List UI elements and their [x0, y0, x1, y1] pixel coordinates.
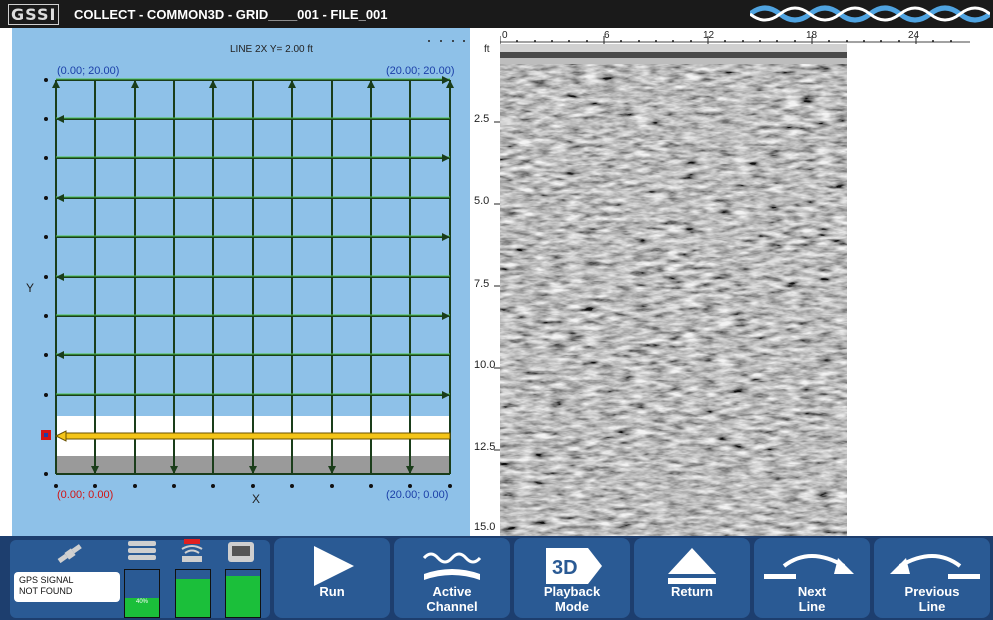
previous-line-button[interactable]: Previous Line [874, 538, 990, 618]
storage-percent: 40% [135, 599, 148, 605]
coord-bottom-right: (20.00; 0.00) [386, 489, 449, 501]
svg-text:3D: 3D [552, 557, 578, 579]
playback-mode-label: Playback Mode [514, 584, 630, 614]
active-channel-label-2: Channel [426, 599, 478, 614]
next-label-1: Next [797, 584, 827, 599]
window-title: COLLECT - COMMON3D - GRID____001 - FILE_… [74, 7, 388, 22]
battery-icon [228, 542, 254, 562]
storage-gauge: 40% [124, 569, 160, 618]
active-channel-label-1: Active [432, 584, 472, 599]
depth-tick-2-5: 2.5 [474, 113, 490, 125]
previous-label-2: Line [918, 599, 946, 614]
radargram-image [500, 44, 847, 536]
next-label-2: Line [798, 599, 826, 614]
storage-icon [128, 541, 156, 560]
depth-tick-7-5: 7.5 [474, 278, 490, 290]
playback-3d-icon: 3D [546, 548, 602, 584]
y-axis-label: Y [26, 281, 35, 295]
return-button[interactable]: Return [634, 538, 750, 618]
return-label-text: Return [671, 584, 713, 599]
grid-lines [55, 79, 451, 475]
return-label: Return [634, 584, 750, 614]
distance-axis [500, 36, 970, 44]
wave-icon [422, 552, 482, 580]
y-axis-dots [44, 78, 48, 476]
gps-status-line1: GPS SIGNAL [19, 575, 74, 585]
wave-logo-icon [750, 5, 990, 23]
coord-top-left: (0.00; 20.00) [57, 65, 120, 77]
x-tick-0: 0 [502, 30, 508, 41]
next-line-label: Next Line [754, 584, 870, 614]
x-axis-label: X [252, 492, 261, 506]
eject-icon [668, 548, 716, 584]
next-arrow-icon [764, 554, 854, 579]
playback-label-2: Mode [555, 599, 589, 614]
signal-icon [181, 539, 203, 562]
play-icon [314, 546, 354, 586]
coord-top-right: (20.00; 20.00) [386, 65, 455, 77]
signal-gauge [175, 569, 211, 618]
signal-fill [176, 579, 210, 617]
run-label: Run [274, 584, 390, 614]
active-channel-label: Active Channel [394, 584, 510, 614]
previous-arrow-icon [890, 554, 980, 579]
title-bar: GSSI COLLECT - COMMON3D - GRID____001 - … [0, 0, 993, 28]
x-tick-24: 24 [908, 30, 920, 41]
x-axis-dots [54, 484, 452, 488]
run-button[interactable]: Run [274, 538, 390, 618]
battery-fill [226, 575, 260, 617]
top-scale-dots [428, 40, 465, 42]
x-tick-12: 12 [703, 30, 715, 41]
coord-bottom-left: (0.00; 0.00) [57, 489, 114, 501]
satellite-icon [57, 544, 82, 564]
gps-status: GPS SIGNAL NOT FOUND [14, 572, 120, 602]
position-marker-icon [41, 430, 51, 440]
brand-text: GSSI [8, 4, 60, 25]
battery-gauge [225, 569, 261, 618]
depth-tick-5-0: 5.0 [474, 195, 490, 207]
playback-label-1: Playback [543, 584, 601, 599]
x-tick-6: 6 [604, 30, 610, 41]
active-line [54, 430, 451, 442]
depth-axis-ticks [494, 121, 500, 451]
run-label-text: Run [319, 584, 345, 599]
playback-mode-button[interactable]: 3D Playback Mode [514, 538, 630, 618]
gssi-logo: GSSI [8, 4, 60, 25]
active-channel-button[interactable]: Active Channel [394, 538, 510, 618]
next-line-button[interactable]: Next Line [754, 538, 870, 618]
gps-status-line2: NOT FOUND [19, 586, 73, 596]
previous-label-1: Previous [904, 584, 960, 599]
survey-grid[interactable] [12, 28, 470, 536]
previous-line-label: Previous Line [874, 584, 990, 614]
x-tick-18: 18 [806, 30, 818, 41]
